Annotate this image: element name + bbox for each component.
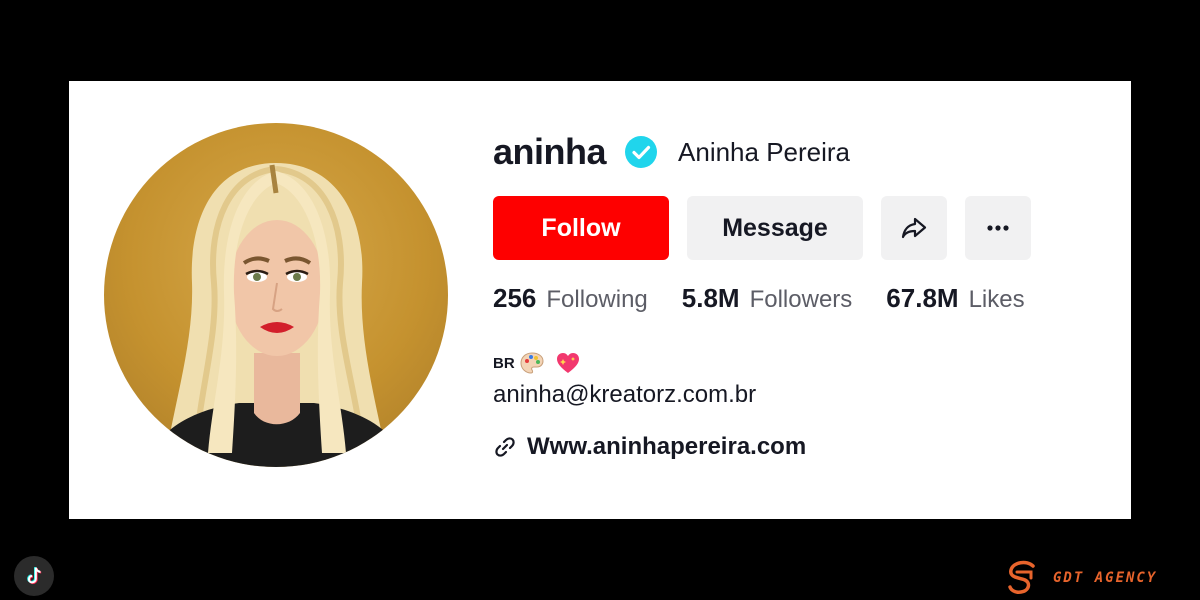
bio-country: BR [493, 354, 515, 372]
agency-logo-icon [1003, 558, 1043, 598]
stat-label: Likes [968, 286, 1025, 313]
more-icon [987, 225, 1009, 231]
bio-first-line: BR [493, 349, 1113, 377]
name-row: aninha Aninha Pereira [493, 131, 1113, 173]
profile-link-text[interactable]: Www.aninhapereira.com [527, 433, 806, 461]
verified-badge-icon [624, 135, 658, 169]
message-button[interactable]: Message [687, 196, 863, 260]
more-button[interactable] [965, 196, 1031, 260]
bio-email: aninha@kreatorz.com.br [493, 381, 757, 408]
avatar-photo [144, 163, 409, 467]
stat-label: Following [546, 286, 648, 313]
display-name: Aninha Pereira [678, 136, 851, 167]
palette-emoji-icon [519, 350, 545, 376]
bio: BR aninha@kreatorz.com.br Www.aninhapere… [493, 349, 1113, 461]
profile-info: aninha Aninha Pereira Follow Message 256… [493, 131, 1113, 461]
agency-watermark: GDT AGENCY [1003, 558, 1157, 598]
tiktok-icon [14, 556, 54, 596]
stats-row: 256 Following 5.8M Followers 67.8M Likes [493, 283, 1113, 319]
action-buttons: Follow Message [493, 195, 1113, 261]
stat-following[interactable]: 256 Following [493, 283, 648, 314]
share-icon [901, 217, 927, 239]
link-icon [493, 435, 517, 459]
username: aninha [493, 131, 607, 172]
agency-name: GDT AGENCY [1053, 570, 1158, 586]
stat-value: 67.8M [886, 283, 959, 313]
stat-value: 256 [493, 283, 537, 313]
stat-likes: 67.8M Likes [886, 283, 1024, 314]
follow-button[interactable]: Follow [493, 196, 669, 260]
stage: aninha Aninha Pereira Follow Message 256… [0, 0, 1200, 600]
stat-label: Followers [749, 286, 853, 313]
avatar[interactable] [104, 123, 448, 467]
profile-card: aninha Aninha Pereira Follow Message 256… [69, 81, 1131, 519]
profile-link[interactable]: Www.aninhapereira.com [493, 433, 1113, 461]
share-button[interactable] [881, 196, 947, 260]
sparkling-heart-emoji-icon [555, 350, 581, 376]
stat-followers[interactable]: 5.8M Followers [682, 283, 853, 314]
stat-value: 5.8M [681, 283, 740, 313]
